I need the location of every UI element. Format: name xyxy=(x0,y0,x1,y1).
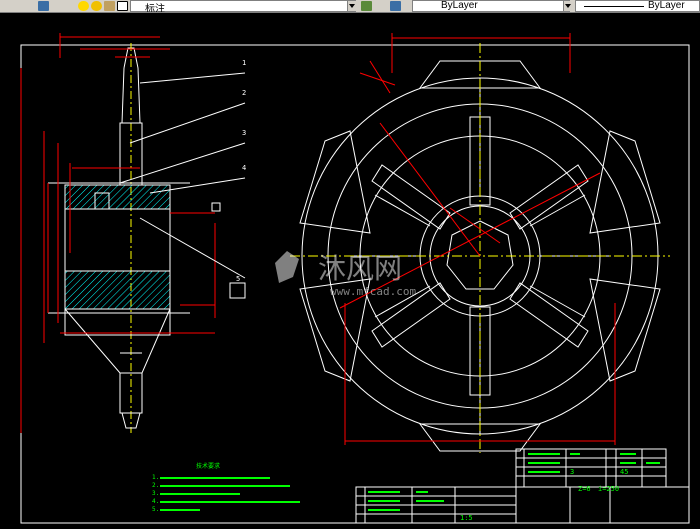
lock-icon[interactable] xyxy=(104,1,115,11)
row-value-2: 45 xyxy=(620,468,628,476)
watermark-url: www.mfcad.com xyxy=(330,285,416,298)
layer-properties-icon[interactable] xyxy=(361,1,372,11)
ratio-value: i=250 xyxy=(598,485,619,493)
tech-note-4: 4. xyxy=(152,498,159,505)
linetype-select[interactable]: ByLayer xyxy=(575,0,700,12)
layer-select[interactable]: 标注 xyxy=(130,0,356,12)
wheel-dimensions xyxy=(339,33,616,445)
tech-note-lines xyxy=(160,477,300,511)
section-view xyxy=(48,43,190,433)
tech-note-3: 3. xyxy=(152,490,159,497)
tech-note-5: 5. xyxy=(152,506,159,513)
layer-name: 标注 xyxy=(145,4,165,13)
title-block xyxy=(355,448,690,524)
color-select[interactable]: ByLayer xyxy=(412,0,570,12)
lightbulb-icon[interactable] xyxy=(78,1,89,11)
layer-dropdown-button[interactable] xyxy=(347,1,356,11)
callout-1: 1 xyxy=(242,59,246,67)
layers-icon[interactable] xyxy=(38,1,49,11)
tech-notes-title: 技术要求 xyxy=(196,462,220,470)
callout-5: 5 xyxy=(236,275,240,283)
color-dropdown-button[interactable] xyxy=(563,1,572,11)
tech-notes: 技术要求 1. 2. 3. 4. 5. xyxy=(152,462,220,513)
color-swatch-icon[interactable] xyxy=(117,1,128,11)
teeth-count: Z=6 xyxy=(578,485,591,493)
color-value: ByLayer xyxy=(441,0,478,11)
watermark: 沐风网 www.mfcad.com xyxy=(275,251,416,298)
callout-3: 3 xyxy=(242,129,246,137)
callout-2: 2 xyxy=(242,89,246,97)
scale-value: 1:5 xyxy=(460,514,473,522)
properties-toolbar: 标注 ByLayer ByLayer xyxy=(0,0,700,13)
wheel-centerlines xyxy=(290,43,670,453)
tech-note-2: 2. xyxy=(152,482,159,489)
callout-4: 4 xyxy=(242,164,246,172)
sun-icon[interactable] xyxy=(91,1,102,11)
linetype-value: ByLayer xyxy=(648,0,685,11)
cad-drawing: 1 2 3 4 5 沐风网 www.mfcad.com 技术要求 1. 2. 3… xyxy=(20,33,690,524)
section-dimensions xyxy=(20,33,216,433)
linetype-preview xyxy=(584,6,644,7)
drawing-canvas[interactable]: 1 2 3 4 5 沐风网 www.mfcad.com 技术要求 1. 2. 3… xyxy=(0,13,700,525)
layer-previous-icon[interactable] xyxy=(390,1,401,11)
row-value-1: 3 xyxy=(570,468,574,476)
part-callouts: 1 2 3 4 5 xyxy=(236,59,246,283)
watermark-text: 沐风网 xyxy=(318,252,402,285)
tech-note-1: 1. xyxy=(152,474,159,481)
